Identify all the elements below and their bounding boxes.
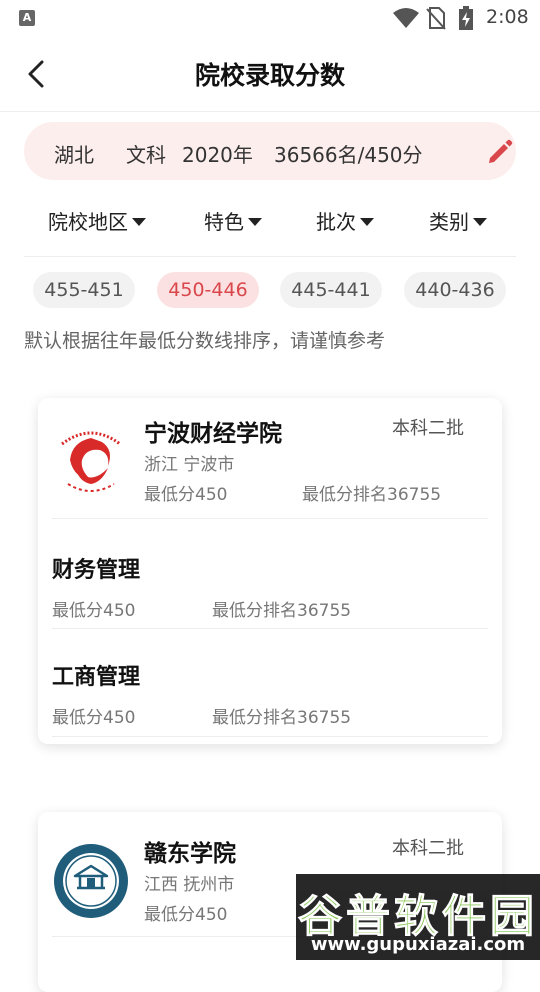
university-name: 宁波财经学院 [144, 421, 282, 447]
score-range-chip-active[interactable]: 450-446 [157, 272, 259, 308]
exam-profile-bar[interactable]: 湖北 文科 2020年 36566名/450分 [24, 122, 516, 180]
year-label: 2020年 [182, 143, 253, 167]
status-bar: A 2:08 [0, 0, 540, 36]
major-item[interactable]: 工商管理 最低分450 最低分排名36755 [52, 629, 488, 735]
score-range-chip[interactable]: 440-436 [404, 272, 506, 308]
major-min-score: 最低分450 [52, 601, 136, 621]
divider [52, 518, 488, 519]
caret-down-icon [360, 217, 374, 226]
battery-charging-icon [459, 6, 473, 30]
subject-label: 文科 [126, 143, 166, 167]
caret-down-icon [248, 217, 262, 226]
caret-down-icon [132, 217, 146, 226]
wifi-icon [393, 8, 419, 28]
major-min-rank: 最低分排名36755 [212, 601, 352, 621]
app-notification-icon: A [19, 10, 35, 26]
region-label: 江西 抚州市 [144, 875, 235, 895]
filter-feature-dropdown[interactable]: 特色 [204, 206, 262, 235]
filter-category-dropdown[interactable]: 类别 [429, 206, 487, 235]
batch-label: 本科二批 [392, 838, 464, 859]
min-score-label: 最低分450 [144, 905, 228, 925]
caret-down-icon [473, 217, 487, 226]
app-header: 院校录取分数 [0, 36, 540, 112]
major-name: 财务管理 [52, 558, 141, 583]
filter-bar: 院校地区 特色 批次 类别 [24, 190, 516, 257]
filter-label: 类别 [429, 210, 469, 234]
min-rank-label: 最低分排名36755 [302, 485, 442, 505]
major-item[interactable]: 财务管理 最低分450 最低分排名36755 [52, 522, 488, 628]
rank-score-label: 36566名/450分 [274, 143, 423, 167]
college-seal-logo-icon [54, 844, 128, 918]
sort-notice: 默认根据往年最低分数线排序，请谨慎参考 [24, 330, 386, 352]
province-label: 湖北 [54, 143, 94, 167]
score-range-chip[interactable]: 445-441 [280, 272, 382, 308]
region-label: 浙江 宁波市 [144, 455, 235, 475]
status-time: 2:08 [486, 6, 529, 28]
page-title: 院校录取分数 [194, 61, 345, 90]
major-name: 工商管理 [52, 665, 141, 690]
filter-label: 院校地区 [48, 210, 128, 234]
major-min-score: 最低分450 [52, 708, 136, 728]
watermark-url: www.gupuxiazai.com [310, 934, 526, 955]
filter-region-dropdown[interactable]: 院校地区 [48, 206, 146, 235]
no-sim-icon [426, 7, 446, 30]
watermark-banner: 谷普软件园 www.gupuxiazai.com [296, 874, 540, 960]
edit-pencil-icon[interactable] [482, 134, 516, 168]
university-card[interactable]: 宁波财经学院 本科二批 浙江 宁波市 最低分450 最低分排名36755 财务管… [38, 398, 502, 744]
phoenix-logo-icon [61, 431, 121, 492]
min-score-label: 最低分450 [144, 485, 228, 505]
university-name: 赣东学院 [144, 841, 236, 867]
score-range-chip[interactable]: 455-451 [33, 272, 135, 308]
divider [52, 736, 488, 737]
filter-batch-dropdown[interactable]: 批次 [316, 206, 374, 235]
major-min-rank: 最低分排名36755 [212, 708, 352, 728]
filter-label: 批次 [316, 210, 356, 234]
batch-label: 本科二批 [392, 418, 464, 439]
filter-label: 特色 [204, 210, 244, 234]
